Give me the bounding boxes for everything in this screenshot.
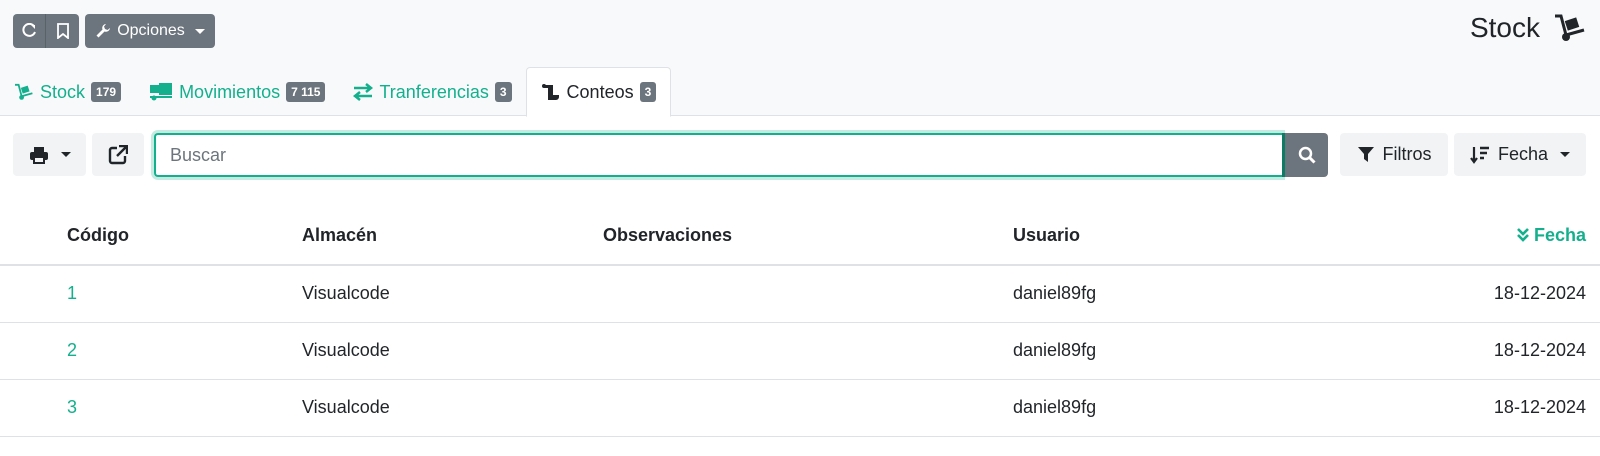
observaciones-cell	[603, 322, 1013, 380]
column-header-usuario[interactable]: Usuario	[1013, 207, 1423, 266]
search-group	[154, 133, 1328, 177]
tab-stock-count: 179	[91, 82, 122, 102]
tab-conteos[interactable]: Conteos 3	[525, 67, 672, 117]
tab-stock[interactable]: Stock 179	[0, 68, 135, 116]
filter-icon	[1357, 146, 1374, 162]
caret-down-icon	[1560, 152, 1571, 157]
print-icon	[29, 146, 48, 164]
tab-tranferencias-label: Tranferencias	[379, 81, 489, 102]
top-bar: Opciones Stock Stock 179 Movimientos 7 1…	[0, 0, 1600, 117]
column-header-fecha[interactable]: Fecha	[1423, 207, 1600, 266]
search-input[interactable]	[154, 133, 1282, 177]
column-header-codigo[interactable]: Código	[0, 207, 302, 266]
exchange-icon	[353, 83, 374, 101]
column-header-observaciones[interactable]: Observaciones	[603, 207, 1013, 266]
fecha-cell: 18-12-2024	[1423, 379, 1600, 437]
print-dropdown-button[interactable]	[13, 133, 86, 176]
reload-button[interactable]	[13, 14, 46, 48]
usuario-cell: daniel89fg	[1013, 322, 1423, 380]
tab-conteos-count: 3	[639, 82, 657, 102]
reload-icon	[22, 23, 36, 37]
search-button[interactable]	[1282, 133, 1328, 177]
tab-movimientos-label: Movimientos	[179, 81, 281, 102]
filters-label: Filtros	[1382, 144, 1432, 164]
caret-down-icon	[194, 28, 205, 34]
tab-movimientos-count: 7 115	[286, 82, 326, 102]
tab-bar: Stock 179 Movimientos 7 115 Tranferencia…	[0, 66, 672, 117]
dolly-icon	[1555, 14, 1585, 41]
search-icon	[1298, 146, 1316, 164]
observaciones-cell	[603, 379, 1013, 437]
tab-tranferencias[interactable]: Tranferencias 3	[339, 68, 525, 116]
table-row[interactable]: 1 Visualcode daniel89fg 18-12-2024	[0, 265, 1600, 323]
usuario-cell: daniel89fg	[1013, 265, 1423, 323]
sort-amount-down-icon	[1470, 146, 1489, 164]
column-header-almacen[interactable]: Almacén	[302, 207, 603, 266]
opciones-label: Opciones	[117, 22, 185, 39]
bookmark-icon	[56, 23, 69, 39]
table-row[interactable]: 3 Visualcode daniel89fg 18-12-2024	[0, 379, 1600, 437]
almacen-cell: Visualcode	[302, 322, 603, 380]
codigo-link[interactable]: 2	[0, 322, 302, 380]
tab-conteos-label: Conteos	[566, 81, 634, 102]
page-title: Stock	[1470, 12, 1586, 44]
filters-button[interactable]: Filtros	[1340, 133, 1448, 176]
page-title-text: Stock	[1469, 12, 1540, 43]
wrench-icon	[96, 24, 111, 38]
reload-bookmark-group	[13, 14, 79, 48]
table-row[interactable]: 2 Visualcode daniel89fg 18-12-2024	[0, 322, 1600, 380]
bookmark-button[interactable]	[46, 14, 79, 48]
usuario-cell: daniel89fg	[1013, 379, 1423, 437]
codigo-link[interactable]: 1	[0, 265, 302, 323]
export-button[interactable]	[92, 133, 144, 176]
list-toolbar: Filtros Fecha	[0, 130, 1600, 180]
observaciones-cell	[603, 265, 1013, 323]
dolly-icon	[15, 83, 33, 100]
fecha-cell: 18-12-2024	[1423, 265, 1600, 323]
tab-stock-label: Stock	[40, 81, 86, 102]
sort-dropdown-button[interactable]: Fecha	[1454, 133, 1586, 176]
fecha-cell: 18-12-2024	[1423, 322, 1600, 380]
angle-double-down-icon	[1517, 228, 1529, 242]
tab-movimientos[interactable]: Movimientos 7 115	[135, 68, 339, 116]
opciones-dropdown-button[interactable]: Opciones	[85, 14, 215, 48]
sort-label: Fecha	[1497, 144, 1549, 164]
tab-tranferencias-count: 3	[494, 82, 512, 102]
almacen-cell: Visualcode	[302, 379, 603, 437]
scroll-icon	[541, 84, 559, 100]
conteos-table: Código Almacén Observaciones Usuario Fec…	[0, 207, 1600, 437]
truck-loading-icon	[150, 83, 173, 101]
column-header-fecha-label: Fecha	[1533, 225, 1586, 245]
caret-down-icon	[60, 152, 71, 157]
codigo-link[interactable]: 3	[0, 379, 302, 437]
table-header-row: Código Almacén Observaciones Usuario Fec…	[0, 207, 1600, 266]
external-link-icon	[108, 144, 128, 164]
almacen-cell: Visualcode	[302, 265, 603, 323]
